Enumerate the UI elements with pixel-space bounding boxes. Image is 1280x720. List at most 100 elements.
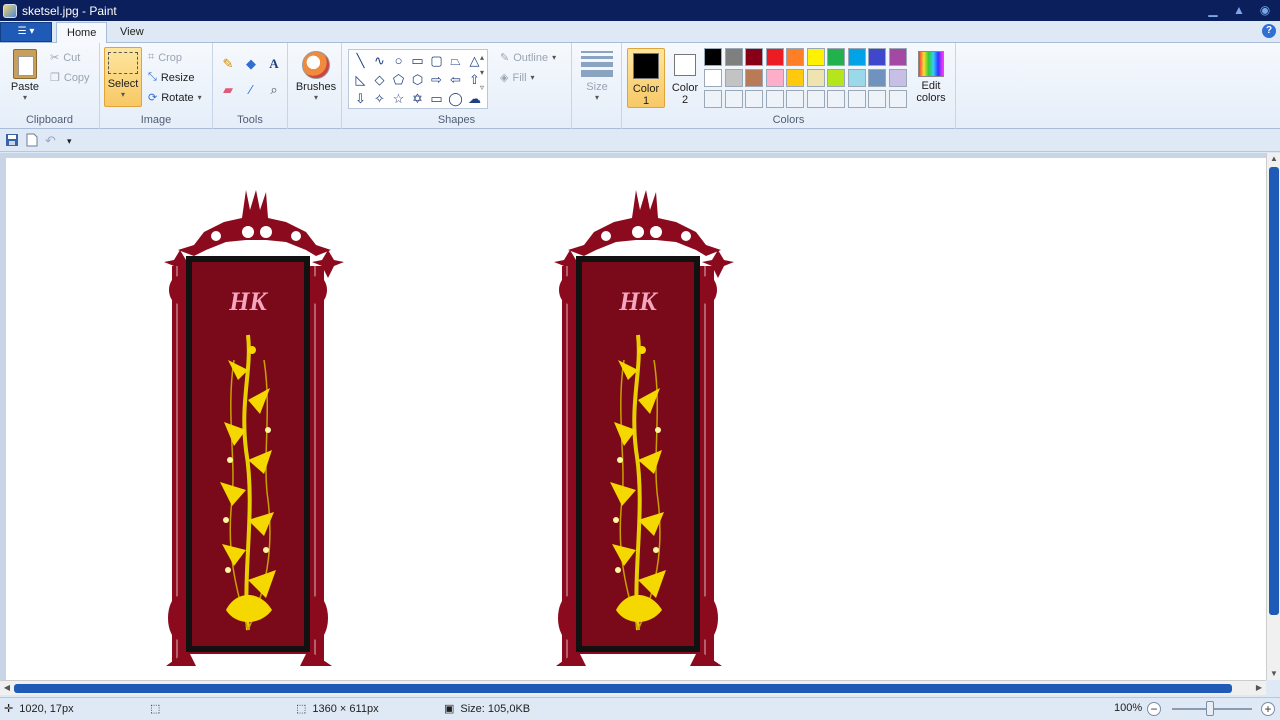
palette-swatch[interactable]	[786, 48, 804, 66]
brushes-button[interactable]: Brushes ▾	[294, 51, 338, 102]
palette-swatch[interactable]	[704, 48, 722, 66]
zoom-slider-knob[interactable]	[1206, 701, 1214, 716]
down-arrow-shape-icon[interactable]: ⇩	[351, 89, 370, 108]
palette-swatch[interactable]	[806, 69, 825, 87]
new-file-icon[interactable]	[25, 133, 41, 149]
size-button[interactable]: Size ▾	[579, 45, 615, 102]
pencil-icon[interactable]: ✎	[218, 54, 238, 74]
oval-callout-shape-icon[interactable]: ◯	[446, 89, 465, 108]
palette-custom-slot[interactable]	[888, 90, 907, 108]
palette-swatch[interactable]	[868, 48, 886, 66]
palette-swatch[interactable]	[724, 69, 743, 87]
diamond-shape-icon[interactable]: ◇	[370, 70, 389, 89]
fill-bucket-icon[interactable]: ◆	[241, 54, 261, 74]
undo-icon[interactable]: ↶	[45, 133, 61, 149]
scroll-left-arrow-icon[interactable]: ◀	[0, 682, 14, 694]
palette-custom-slot[interactable]	[724, 90, 743, 108]
curve-shape-icon[interactable]: ∿	[370, 51, 389, 70]
palette-swatch[interactable]	[765, 48, 784, 66]
palette-custom-slot[interactable]	[745, 90, 763, 108]
line-shape-icon[interactable]: ╲	[351, 51, 370, 70]
vertical-scroll-thumb[interactable]	[1269, 167, 1279, 615]
palette-swatch[interactable]	[847, 48, 866, 66]
close-icon[interactable]: ◉	[1256, 2, 1274, 18]
resize-button[interactable]: ⤡ Resize	[148, 71, 194, 84]
right-triangle-shape-icon[interactable]: ◺	[351, 70, 370, 89]
palette-swatch[interactable]	[765, 69, 784, 87]
chevron-down-icon: ▾	[594, 93, 599, 102]
palette-custom-slot[interactable]	[765, 90, 784, 108]
magnifier-icon[interactable]: ⌕	[264, 80, 284, 100]
six-point-star-shape-icon[interactable]: ✡	[408, 89, 427, 108]
tab-view[interactable]: View	[110, 22, 154, 43]
scroll-right-arrow-icon[interactable]: ▶	[1252, 682, 1266, 694]
text-tool-icon[interactable]: A	[264, 54, 284, 74]
scroll-up-arrow-icon[interactable]: ▲	[1267, 153, 1280, 165]
color2-button[interactable]: Color 2	[666, 48, 704, 108]
pentagon-shape-icon[interactable]: ⬠	[389, 70, 408, 89]
scroll-down-arrow-icon[interactable]: ▼	[1267, 668, 1280, 680]
left-arrow-shape-icon[interactable]: ⇦	[446, 70, 465, 89]
paint-app-icon[interactable]	[3, 3, 17, 18]
palette-swatch[interactable]	[806, 48, 825, 66]
palette-custom-slot[interactable]	[704, 90, 722, 108]
palette-custom-slot[interactable]	[806, 90, 825, 108]
window-title: sketsel.jpg - Paint	[22, 3, 117, 18]
edit-colors-button[interactable]: Edit colors	[912, 47, 950, 104]
palette-custom-slot[interactable]	[786, 90, 804, 108]
palette-custom-slot[interactable]	[868, 90, 886, 108]
palette-custom-slot[interactable]	[847, 90, 866, 108]
four-point-star-shape-icon[interactable]: ✧	[370, 89, 389, 108]
paste-button[interactable]: Paste ▾	[8, 49, 42, 102]
five-point-star-shape-icon[interactable]: ☆	[389, 89, 408, 108]
color1-button[interactable]: Color 1	[627, 48, 665, 108]
customize-toolbar-icon[interactable]: ▾	[67, 133, 83, 149]
palette-swatch[interactable]	[745, 48, 763, 66]
palette-swatch[interactable]	[888, 48, 907, 66]
save-icon[interactable]	[5, 133, 21, 149]
canvas-size-icon: ⬚	[296, 703, 307, 715]
eraser-icon[interactable]: ▰	[218, 80, 238, 100]
palette-swatch[interactable]	[786, 69, 804, 87]
rectangle-shape-icon[interactable]: ▭	[408, 51, 427, 70]
shapes-gallery-scroll[interactable]: ▴ ▾ ▿	[480, 53, 484, 92]
file-menu-button[interactable]: ☰ ▾	[0, 22, 52, 42]
hexagon-shape-icon[interactable]: ⬡	[408, 70, 427, 89]
palette-swatch[interactable]	[724, 48, 743, 66]
fill-button[interactable]: ◈ Fill ▾	[500, 71, 535, 85]
zoom-in-icon[interactable]: +	[1261, 702, 1275, 716]
horizontal-scroll-thumb[interactable]	[14, 684, 1232, 693]
palette-swatch[interactable]	[868, 69, 886, 87]
polygon-shape-icon[interactable]: ⏢	[446, 51, 465, 70]
palette-swatch[interactable]	[827, 69, 845, 87]
vertical-scrollbar[interactable]: ▲ ▼	[1266, 153, 1280, 680]
palette-swatch[interactable]	[704, 69, 722, 87]
tab-home[interactable]: Home	[56, 22, 108, 43]
palette-swatch[interactable]	[827, 48, 845, 66]
palette-swatch[interactable]	[847, 69, 866, 87]
oval-shape-icon[interactable]: ○	[389, 51, 408, 70]
right-arrow-shape-icon[interactable]: ⇨	[427, 70, 446, 89]
palette-swatch[interactable]	[745, 69, 763, 87]
color-picker-icon[interactable]: ⁄	[241, 80, 261, 100]
outline-button[interactable]: ✎ Outline ▾	[500, 51, 556, 65]
horizontal-scrollbar[interactable]: ◀ ▶	[0, 680, 1266, 695]
edit-colors-label-line2: colors	[916, 92, 946, 104]
rotate-button[interactable]: ⟳ Rotate ▾	[148, 91, 202, 105]
chevron-down-icon: ▾	[120, 90, 125, 99]
rounded-rectangle-shape-icon[interactable]: ▢	[427, 51, 446, 70]
palette-custom-slot[interactable]	[827, 90, 845, 108]
zoom-out-icon[interactable]: −	[1147, 702, 1161, 716]
rect-callout-shape-icon[interactable]: ▭	[427, 89, 446, 108]
cut-button[interactable]: ✂ Cut	[50, 51, 80, 65]
help-icon[interactable]: ?	[1262, 24, 1276, 38]
copy-button[interactable]: ❐ Copy	[50, 71, 90, 85]
canvas-area[interactable]: HK	[0, 153, 1266, 680]
drawing-canvas[interactable]: HK	[6, 158, 1266, 680]
select-button[interactable]: Select ▾	[104, 47, 142, 107]
minimize-icon[interactable]: ▁	[1204, 2, 1222, 18]
outline-label: Outline	[513, 51, 549, 64]
crop-button[interactable]: ⌗ Crop	[148, 51, 182, 64]
maximize-icon[interactable]: ▲	[1230, 2, 1248, 18]
palette-swatch[interactable]	[888, 69, 907, 87]
